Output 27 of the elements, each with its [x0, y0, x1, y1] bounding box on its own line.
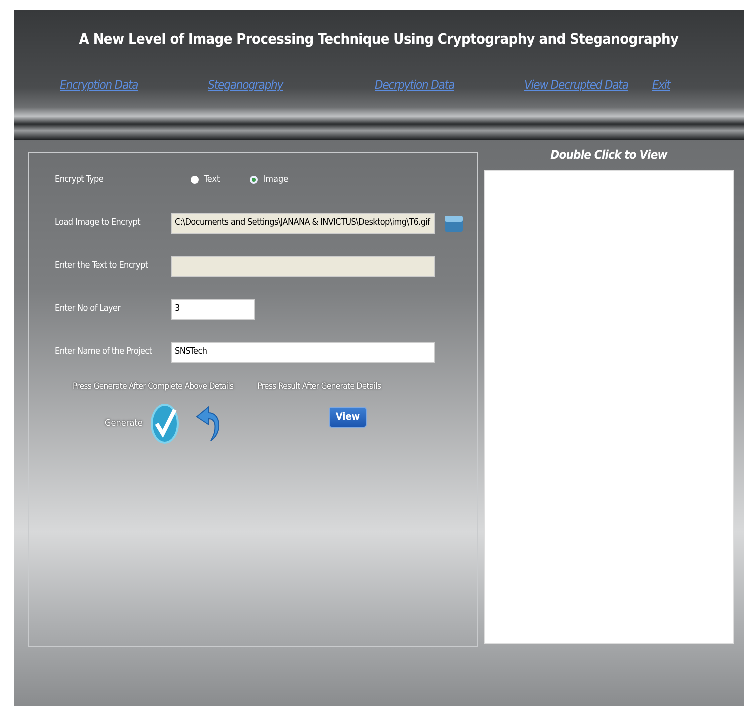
generate-label: Generate: [105, 419, 143, 429]
field-label: Encrypt Type: [55, 175, 105, 185]
field-label: Load Image to Encrypt: [55, 218, 142, 228]
input-field[interactable]: [171, 256, 435, 276]
menu-link[interactable]: Steganography: [208, 78, 284, 92]
checkmark-icon[interactable]: [150, 404, 179, 444]
hint-text: Press Generate After Complete Above Details: [73, 382, 234, 392]
input-field[interactable]: C:\Documents and Settings\JANANA & INVICTUS\Desktop\img\T6.gif: [171, 212, 435, 234]
preview-title: Double Click to View: [550, 148, 668, 164]
input-field[interactable]: 3: [171, 298, 255, 320]
field-label: Enter the Text to Encrypt: [55, 261, 150, 271]
radio-label: Image: [263, 175, 289, 185]
field-label: Enter No of Layer: [55, 304, 122, 314]
hint-text: Press Result After Generate Details: [258, 382, 382, 392]
menu-link[interactable]: Decrpytion Data: [375, 78, 454, 92]
menu-link[interactable]: Exit: [652, 78, 670, 92]
input-field[interactable]: SNSTech: [171, 342, 435, 362]
radio-label: Text: [204, 175, 220, 185]
folder-icon[interactable]: [444, 213, 464, 233]
menu-link[interactable]: View Decrupted Data: [524, 78, 628, 92]
field-label: Enter Name of the Project: [55, 347, 154, 357]
view-button[interactable]: View: [328, 406, 368, 428]
undo-arrow-icon[interactable]: [194, 405, 221, 443]
menu-link[interactable]: Encryption Data: [60, 78, 138, 92]
window-title: A New Level of Image Processing Technique Using Cryptography and Steganography: [78, 32, 680, 48]
radio-button[interactable]: [250, 176, 258, 184]
radio-button[interactable]: [191, 176, 199, 184]
